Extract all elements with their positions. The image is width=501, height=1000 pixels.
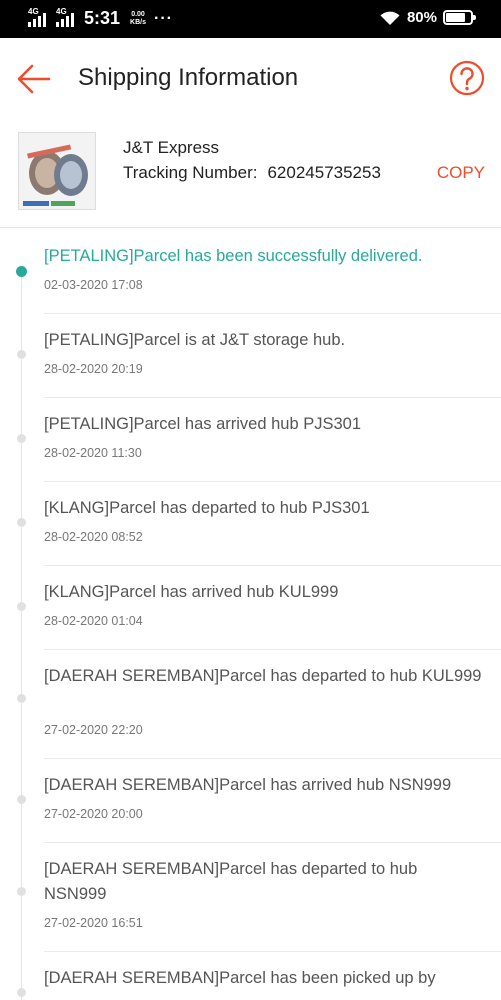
speed-unit: KB/s (130, 18, 146, 26)
timeline-dot-active (16, 266, 27, 277)
event-description: [PETALING]Parcel has been successfully d… (44, 247, 423, 265)
network-speed: 0.00 KB/s (130, 11, 146, 27)
timeline-dot (17, 518, 26, 527)
battery-icon (443, 10, 476, 25)
event-timestamp: 27-02-2020 22:20 (44, 723, 143, 737)
divider (44, 842, 501, 843)
timeline-dot (17, 988, 26, 997)
tracking-number: Tracking Number: 620245735253 (123, 163, 381, 183)
divider (44, 951, 501, 952)
event-timestamp: 28-02-2020 11:30 (44, 446, 142, 460)
timeline-dot (17, 602, 26, 611)
event-description: [DAERAH SEREMBAN]Parcel has departed to … (44, 667, 482, 685)
timeline-dot (17, 694, 26, 703)
network-type: 4G (56, 6, 67, 16)
signal-icon: 4G (56, 7, 74, 27)
event-timestamp: 02-03-2020 17:08 (44, 278, 143, 292)
carrier-name: J&T Express (123, 138, 220, 157)
network-type: 4G (28, 6, 39, 16)
divider (44, 565, 501, 566)
timeline-dot (17, 795, 26, 804)
product-image (19, 133, 95, 209)
arrow-left-icon[interactable] (16, 62, 52, 96)
divider (44, 649, 501, 650)
question-circle-icon[interactable] (449, 60, 485, 96)
tracking-timeline: [PETALING]Parcel has been successfully d… (0, 229, 501, 1000)
event-timestamp: 27-02-2020 16:51 (44, 916, 143, 930)
event-description: [PETALING]Parcel has arrived hub PJS301 (44, 415, 362, 433)
status-right: 80% (379, 9, 476, 26)
speed-value: 0.00 (131, 10, 145, 18)
event-description: [KLANG]Parcel has arrived hub KUL999 (44, 583, 339, 601)
status-left: 4G 4G 5:31 0.00 KB/s ··· (28, 7, 173, 29)
event-description: [DAERAH SEREMBAN]Parcel has departed to … (44, 860, 418, 903)
carrier-info: J&T Express Tracking Number: 62024573525… (0, 120, 501, 228)
divider (44, 758, 501, 759)
divider (44, 313, 501, 314)
event-timestamp: 28-02-2020 08:52 (44, 530, 143, 544)
tracking-value: 620245735253 (267, 163, 381, 182)
page-title: Shipping Information (78, 64, 299, 91)
event-description: [DAERAH SEREMBAN]Parcel has arrived hub … (44, 776, 452, 794)
timeline-dot (17, 350, 26, 359)
event-timestamp: 27-02-2020 20:00 (44, 807, 143, 821)
event-timestamp: 28-02-2020 20:19 (44, 362, 143, 376)
event-description: [PETALING]Parcel is at J&T storage hub. (44, 331, 346, 349)
divider (44, 397, 501, 398)
copy-button[interactable]: COPY (437, 163, 485, 183)
more-notifications-icon: ··· (153, 9, 173, 27)
header: Shipping Information (0, 38, 501, 120)
clock: 5:31 (84, 8, 121, 28)
event-timestamp: 28-02-2020 01:04 (44, 614, 143, 628)
divider (44, 481, 501, 482)
event-description: [KLANG]Parcel has departed to hub PJS301 (44, 499, 370, 517)
timeline-dot (17, 887, 26, 896)
event-description: [DAERAH SEREMBAN]Parcel has been picked … (44, 969, 436, 987)
signal-icon: 4G (28, 7, 46, 27)
product-thumbnail (18, 132, 96, 210)
tracking-label: Tracking Number: (123, 163, 258, 182)
timeline-dot (17, 434, 26, 443)
battery-percent: 80% (406, 9, 437, 26)
wifi-icon (380, 11, 400, 25)
status-bar: 4G 4G 5:31 0.00 KB/s ··· 80% (0, 0, 501, 38)
